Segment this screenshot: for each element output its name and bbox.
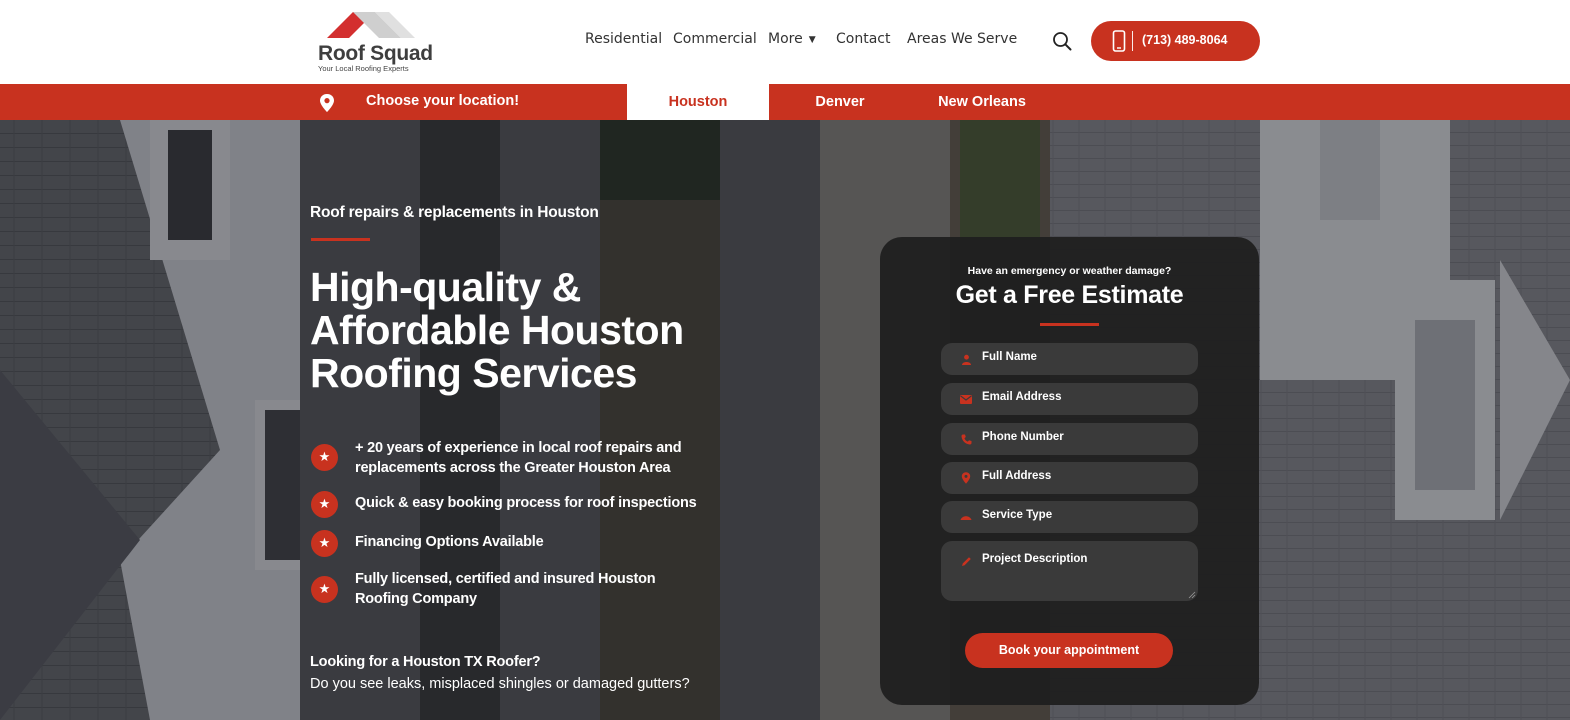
envelope-icon <box>960 393 972 405</box>
map-pin-icon <box>320 94 334 112</box>
book-appointment-button[interactable]: Book your appointment <box>965 633 1173 668</box>
form-title-underline <box>1040 323 1099 326</box>
address-field[interactable]: Full Address <box>941 462 1198 494</box>
nav-commercial[interactable]: Commercial <box>673 31 757 51</box>
search-icon[interactable] <box>1052 31 1072 51</box>
hero-section: Roof repairs & replacements in Houston H… <box>0 120 1570 720</box>
person-icon <box>960 353 972 365</box>
phone-divider <box>1132 31 1133 51</box>
phone-field[interactable]: Phone Number <box>941 423 1198 455</box>
city-tab-denver[interactable]: Denver <box>769 84 911 120</box>
city-tab-new-orleans[interactable]: New Orleans <box>911 84 1053 120</box>
phone-icon <box>960 433 972 445</box>
brand-tagline: Your Local Roofing Experts <box>318 64 409 73</box>
roofer-question: Looking for a Houston TX Roofer? <box>310 654 541 670</box>
location-bar: Choose your location! Houston Denver New… <box>0 84 1570 120</box>
feature-text: Quick & easy booking process for roof in… <box>355 495 697 511</box>
full-name-field[interactable]: Full Name <box>941 343 1198 375</box>
hero-dark-overlay <box>0 120 1570 720</box>
pencil-icon <box>960 555 972 567</box>
roofer-subquestion: Do you see leaks, misplaced shingles or … <box>310 676 690 692</box>
full-name-placeholder: Full Name <box>982 351 1037 363</box>
site-header: Roof Squad Your Local Roofing Experts Re… <box>0 0 1570 84</box>
resize-grip-icon[interactable] <box>1188 591 1196 599</box>
city-tab-label: Houston <box>668 94 728 110</box>
eyebrow-underline <box>311 238 370 241</box>
nav-residential-label: Residential <box>585 31 663 47</box>
map-pin-icon <box>960 472 972 484</box>
star-icon: ★ <box>311 444 338 471</box>
city-tab-label: New Orleans <box>938 94 1026 110</box>
mobile-phone-icon <box>1112 30 1126 52</box>
feature-item: ★ + 20 years of experience in local roof… <box>310 440 730 484</box>
city-tab-houston[interactable]: Houston <box>627 84 769 120</box>
estimate-form-card: Have an emergency or weather damage? Get… <box>880 237 1259 705</box>
feature-item: ★ Financing Options Available <box>310 529 730 559</box>
roof-squad-logo[interactable]: Roof Squad Your Local Roofing Experts <box>317 10 433 76</box>
nav-areas-we-serve[interactable]: Areas We Serve <box>907 31 1017 51</box>
feature-text: Financing Options Available <box>355 534 544 550</box>
feature-text: Fully licensed, certified and insured Ho… <box>355 571 656 607</box>
address-placeholder: Full Address <box>982 470 1052 482</box>
star-icon: ★ <box>311 576 338 603</box>
nav-contact[interactable]: Contact <box>836 31 890 51</box>
project-description-placeholder: Project Description <box>982 553 1088 565</box>
nav-more-label: More <box>768 31 803 47</box>
roof-logo-icon <box>327 12 415 38</box>
email-placeholder: Email Address <box>982 391 1062 403</box>
hero-eyebrow: Roof repairs & replacements in Houston <box>310 204 599 221</box>
nav-residential[interactable]: Residential <box>585 31 662 51</box>
nav-areas-label: Areas We Serve <box>907 31 1018 47</box>
feature-item: ★ Fully licensed, certified and insured … <box>310 571 730 619</box>
nav-more[interactable]: More ▼ <box>768 31 816 51</box>
brand-name: Roof Squad <box>318 42 433 65</box>
call-phone-button[interactable]: (713) 489-8064 <box>1091 21 1260 61</box>
project-description-textarea[interactable]: Project Description <box>941 541 1198 601</box>
service-type-select[interactable]: Service Type <box>941 501 1198 533</box>
star-icon: ★ <box>311 530 338 557</box>
star-icon: ★ <box>311 491 338 518</box>
feature-item: ★ Quick & easy booking process for roof … <box>310 490 730 520</box>
city-tab-label: Denver <box>815 94 865 110</box>
form-title: Get a Free Estimate <box>955 281 1184 309</box>
choose-location-label: Choose your location! <box>366 93 520 109</box>
roof-icon <box>960 511 972 523</box>
nav-contact-label: Contact <box>836 31 891 47</box>
service-type-placeholder: Service Type <box>982 509 1053 521</box>
phone-placeholder: Phone Number <box>982 431 1064 443</box>
email-field[interactable]: Email Address <box>941 383 1198 415</box>
feature-text: + 20 years of experience in local roof r… <box>355 440 682 476</box>
phone-number: (713) 489-8064 <box>1142 33 1228 47</box>
form-kicker: Have an emergency or weather damage? <box>967 265 1172 277</box>
caret-down-icon: ▼ <box>808 35 816 45</box>
hero-headline: High-quality & Affordable Houston Roofin… <box>310 264 684 396</box>
nav-commercial-label: Commercial <box>673 31 757 47</box>
